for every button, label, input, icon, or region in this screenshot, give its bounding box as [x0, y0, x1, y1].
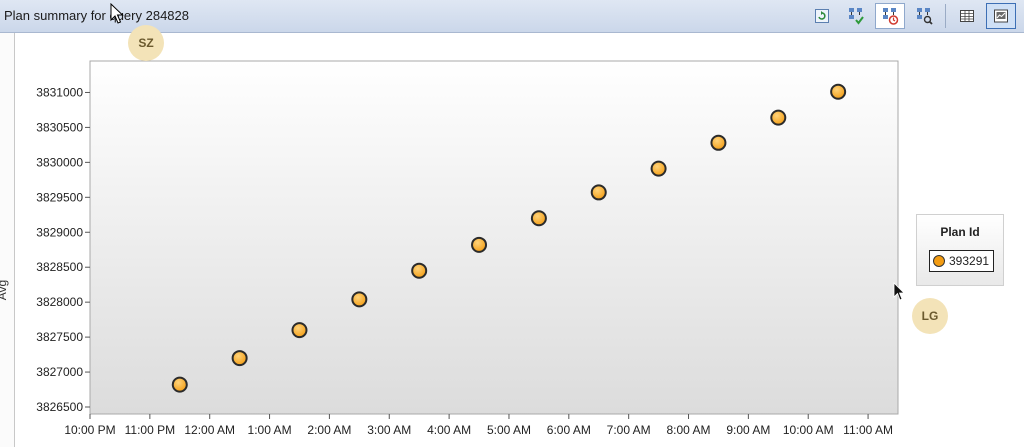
x-tick-label: 11:00 PM	[125, 423, 175, 437]
x-tick-label: 5:00 AM	[487, 423, 531, 437]
data-point[interactable]	[590, 184, 607, 201]
legend-item[interactable]: 393291	[929, 250, 995, 272]
x-tick-label: 3:00 AM	[367, 423, 411, 437]
x-tick-label: 10:00 AM	[783, 423, 834, 437]
scatter-chart: 3826500 3827000 3827500 3828000 3828500 38290…	[36, 60, 899, 437]
y-tick-label: 3828000	[36, 295, 83, 309]
legend-title: Plan Id	[940, 225, 980, 239]
x-tick-label: 12:00 AM	[184, 423, 235, 437]
x-tick-label: 6:00 AM	[547, 423, 591, 437]
data-point[interactable]	[231, 350, 248, 367]
mouse-pointer-icon	[893, 282, 905, 301]
legend-item-label: 393291	[949, 254, 990, 268]
y-tick-label: 3830000	[36, 155, 83, 169]
x-tick-label: 2:00 AM	[307, 423, 351, 437]
y-tick-label: 3828500	[36, 260, 83, 274]
y-tick-label: 3829500	[36, 190, 83, 204]
data-point[interactable]	[351, 291, 368, 308]
y-tick-label: 3826500	[36, 400, 83, 414]
data-point[interactable]	[411, 262, 428, 279]
user-badge-lg: LG	[912, 298, 948, 334]
mouse-pointer-icon	[110, 3, 124, 24]
x-tick-label: 7:00 AM	[607, 423, 651, 437]
y-tick-label: 3827500	[36, 330, 83, 344]
x-tick-label: 4:00 AM	[427, 423, 471, 437]
data-point[interactable]	[291, 322, 308, 339]
data-point[interactable]	[650, 160, 667, 177]
y-tick-label: 3830500	[36, 120, 83, 134]
y-tick-label: 3831000	[36, 85, 83, 99]
data-point[interactable]	[530, 210, 547, 227]
data-point[interactable]	[770, 109, 787, 126]
x-tick-label: 8:00 AM	[667, 423, 711, 437]
x-tick-label: 11:00 AM	[843, 423, 893, 437]
x-tick-label: 9:00 AM	[726, 423, 770, 437]
legend-marker	[933, 255, 945, 267]
y-tick-label: 3829000	[36, 225, 83, 239]
x-tick-label: 1:00 AM	[248, 423, 292, 437]
y-tick-label: 3827000	[36, 365, 83, 379]
data-point[interactable]	[471, 236, 488, 253]
data-point[interactable]	[830, 83, 847, 100]
legend: Plan Id 393291	[916, 214, 1004, 286]
x-tick-label: 10:00 PM	[64, 423, 115, 437]
data-point[interactable]	[710, 134, 727, 151]
data-point[interactable]	[171, 376, 188, 393]
user-badge-sz: SZ	[128, 25, 164, 61]
